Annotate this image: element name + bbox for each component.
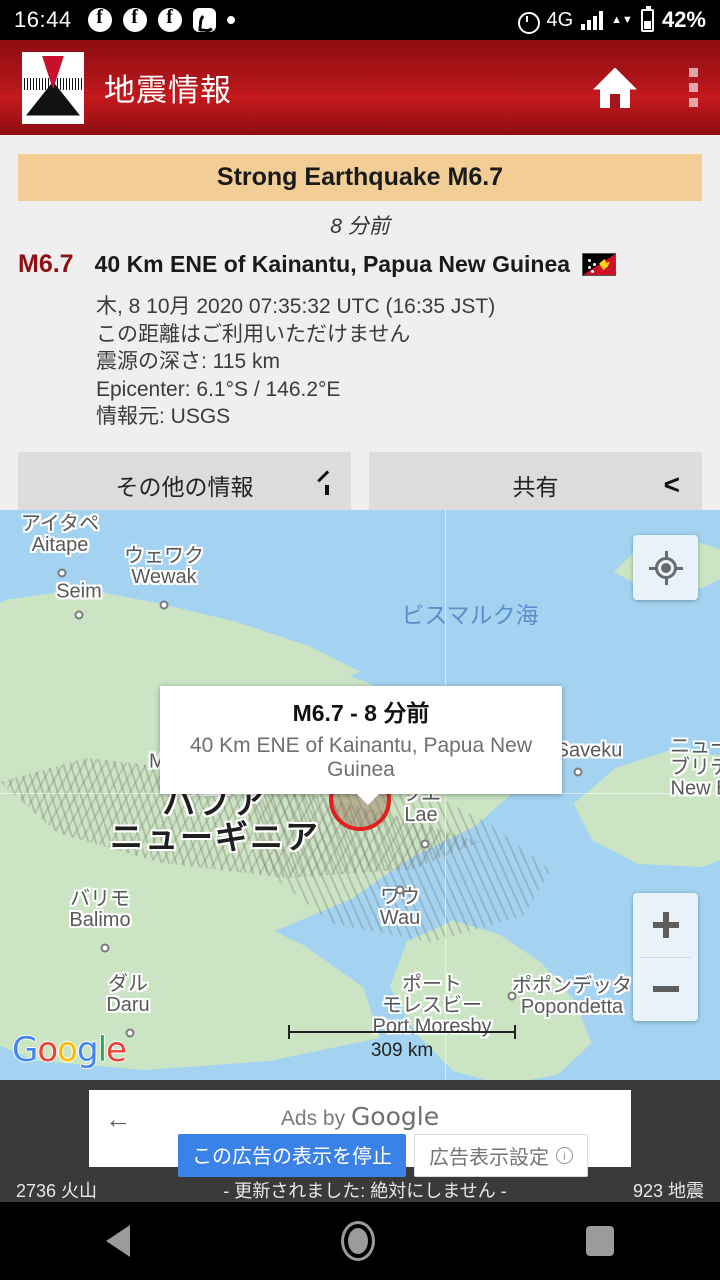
status-bar: 16:44 4G ▲▼ 42% xyxy=(0,0,720,40)
map-gridline xyxy=(445,510,446,1080)
plus-icon xyxy=(652,912,679,938)
share-icon: < xyxy=(663,468,680,500)
more-info-button[interactable]: その他の情報 xyxy=(18,451,351,518)
map-scale-bar: 309 km xyxy=(288,1025,516,1062)
my-location-icon xyxy=(648,550,683,585)
time-ago-label: 8 分前 xyxy=(330,215,390,238)
google-logo: Google xyxy=(12,1030,127,1070)
minus-icon xyxy=(652,986,679,992)
severity-banner: Strong Earthquake M6.7 xyxy=(18,154,702,201)
info-icon: i xyxy=(556,1147,573,1164)
recents-nav-icon[interactable] xyxy=(586,1226,615,1256)
external-link-icon xyxy=(325,473,329,495)
map-info-window[interactable]: M6.7 - 8 分前 40 Km ENE of Kainantu, Papua… xyxy=(160,686,562,805)
battery-icon xyxy=(640,5,654,32)
status-time: 16:44 xyxy=(14,7,72,32)
dot-icon xyxy=(226,16,235,24)
ad-settings-label: 広告表示設定 xyxy=(429,1147,549,1169)
zoom-controls xyxy=(633,893,698,1021)
my-location-button[interactable] xyxy=(633,535,698,600)
map-scale-label: 309 km xyxy=(370,1040,434,1061)
map-city-dot xyxy=(125,1028,135,1038)
call-icon xyxy=(192,8,216,32)
share-label: 共有 xyxy=(512,473,559,500)
share-button[interactable]: 共有 < xyxy=(369,451,702,518)
android-navigation-bar xyxy=(0,1202,720,1280)
info-window-subtitle: 40 Km ENE of Kainantu, Papua New Guinea xyxy=(189,734,533,781)
stop-ad-button[interactable]: この広告の表示を停止 xyxy=(178,1134,406,1177)
app-bar: 地震情報 xyxy=(0,40,720,135)
map-label-city: Saveku xyxy=(555,739,623,762)
map-landmass xyxy=(573,750,720,867)
ad-card[interactable]: ← Ads by Google この広告の表示を停止 広告表示設定 i xyxy=(89,1090,631,1177)
papua-new-guinea-flag-icon xyxy=(582,253,617,276)
card-action-buttons: その他の情報 共有 < xyxy=(18,451,702,518)
map-label-sea: ビスマルク海 xyxy=(401,601,539,628)
map-city-dot xyxy=(507,991,517,1001)
magnitude-label: M6.7 xyxy=(18,250,74,278)
signal-strength-icon xyxy=(581,10,604,30)
phone-screen: 16:44 4G ▲▼ 42% 地震情報 xyxy=(0,0,720,1280)
ad-zone: ← Ads by Google この広告の表示を停止 広告表示設定 i xyxy=(0,1080,720,1177)
earthquake-card: Strong Earthquake M6.7 8 分前 M6.7 40 Km E… xyxy=(0,135,720,518)
map-city-dot xyxy=(395,885,405,895)
ad-settings-button[interactable]: 広告表示設定 i xyxy=(414,1134,588,1177)
map-label-city: アイタペ Aitape xyxy=(20,513,100,556)
earthquake-count: 923 地震 xyxy=(632,1180,704,1201)
map-city-dot xyxy=(420,839,430,849)
quake-source: 情報元: USGS xyxy=(96,405,231,428)
volcano-count: 2736 火山 xyxy=(16,1180,98,1201)
zoom-in-button[interactable] xyxy=(633,893,698,957)
facebook-icon xyxy=(122,6,147,32)
map-city-dot xyxy=(159,600,169,610)
overflow-menu-icon[interactable] xyxy=(689,68,698,107)
ad-buttons: この広告の表示を停止 広告表示設定 i xyxy=(178,1134,588,1177)
quake-epicenter: Epicenter: 6.1°S / 146.2°E xyxy=(96,377,341,401)
app-title: 地震情報 xyxy=(104,73,232,108)
status-notification-icons xyxy=(87,6,235,32)
quake-details: 木, 8 10月 2020 07:35:32 UTC (16:35 JST) こ… xyxy=(96,293,720,431)
home-nav-icon[interactable] xyxy=(340,1221,375,1261)
data-transfer-icon: ▲▼ xyxy=(611,14,633,26)
quake-distance: この距離はご利用いただけません xyxy=(96,322,411,346)
network-type-label: 4G xyxy=(546,8,574,31)
update-status-text: - 更新されました: 絶対にしません - xyxy=(223,1180,507,1201)
app-bar-actions xyxy=(593,67,698,108)
back-nav-icon[interactable] xyxy=(105,1225,130,1257)
alarm-icon xyxy=(516,9,541,34)
status-system-icons: 4G ▲▼ 42% xyxy=(516,5,706,34)
battery-percent: 42% xyxy=(661,7,706,32)
map-city-dot xyxy=(57,568,67,578)
more-info-label: その他の情報 xyxy=(115,473,254,500)
map-city-dot xyxy=(74,610,84,620)
map-city-dot xyxy=(100,943,110,953)
map-label-city: ウェワク Wewak xyxy=(124,545,204,588)
map-city-dot xyxy=(573,767,583,777)
facebook-icon xyxy=(157,6,182,32)
location-label: 40 Km ENE of Kainantu, Papua New Guinea xyxy=(94,251,571,277)
zoom-out-button[interactable] xyxy=(633,957,698,1021)
info-window-title: M6.7 - 8 分前 xyxy=(292,700,430,726)
app-logo-icon xyxy=(22,51,84,124)
map-view[interactable]: ビスマルク海 パプア ニューギニア アイタペ Aitape Seim ウェワク … xyxy=(0,510,720,1080)
severity-banner-label: Strong Earthquake M6.7 xyxy=(216,163,504,191)
bottom-status-strip: 2736 火山 - 更新されました: 絶対にしません - 923 地震 xyxy=(0,1177,720,1202)
home-icon[interactable] xyxy=(593,67,637,108)
quake-datetime: 木, 8 10月 2020 07:35:32 UTC (16:35 JST) xyxy=(96,295,496,318)
ads-by-google-label: Ads by Google xyxy=(280,1102,440,1131)
quake-headline: M6.7 40 Km ENE of Kainantu, Papua New Gu… xyxy=(18,250,720,279)
quake-depth: 震源の深さ: 115 km xyxy=(96,350,280,373)
facebook-icon xyxy=(87,6,112,32)
